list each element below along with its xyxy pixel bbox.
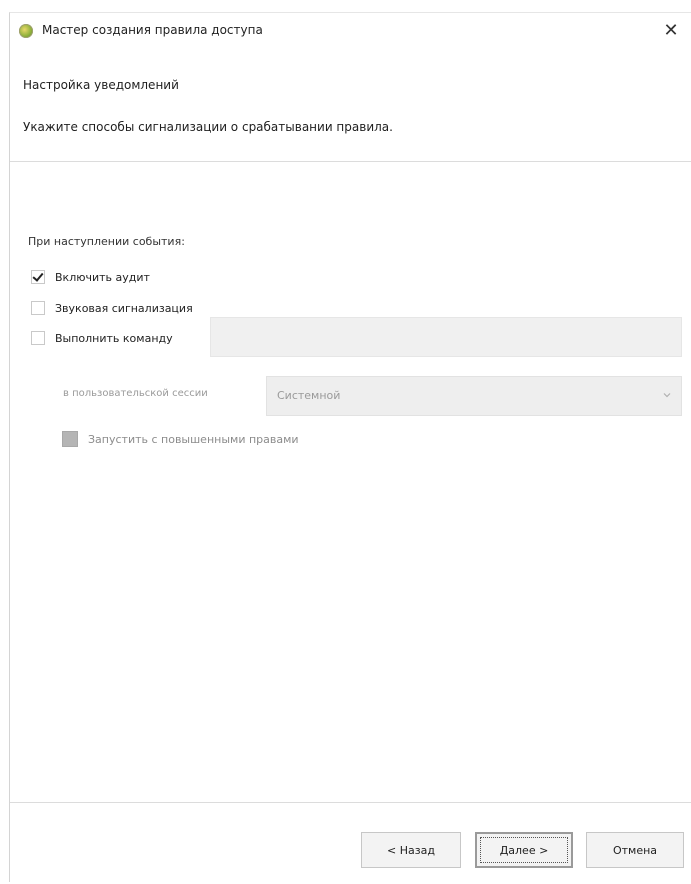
next-button[interactable]: Далее > (475, 832, 573, 868)
run-command-row[interactable]: Выполнить команду (31, 329, 173, 347)
back-button[interactable]: < Назад (361, 832, 461, 868)
enable-audit-label: Включить аудит (55, 270, 150, 284)
page-description: Укажите способы сигнализации о срабатыва… (23, 120, 393, 134)
chevron-down-icon (663, 393, 671, 398)
close-icon: ✕ (663, 20, 679, 41)
close-button[interactable]: ✕ (651, 13, 691, 49)
session-selected-value: Системной (277, 389, 341, 402)
title-bar: Мастер создания правила доступа ✕ (10, 13, 691, 49)
elevated-row[interactable]: Запустить с повышенными правами (62, 430, 299, 448)
enable-audit-row[interactable]: Включить аудит (31, 268, 150, 286)
elevated-label: Запустить с повышенными правами (88, 432, 299, 446)
event-group-label: При наступлении события: (28, 235, 185, 248)
wizard-content: При наступлении события: Включить аудит … (10, 162, 691, 802)
wizard-window: Мастер создания правила доступа ✕ Настро… (9, 12, 691, 884)
app-icon (19, 24, 33, 38)
session-label: в пользовательской сессии (63, 388, 208, 399)
sound-alarm-row[interactable]: Звуковая сигнализация (31, 299, 193, 317)
cancel-button[interactable]: Отмена (586, 832, 684, 868)
command-input[interactable] (210, 317, 682, 357)
session-select[interactable]: Системной (266, 376, 682, 416)
page-title: Настройка уведомлений (23, 78, 179, 92)
window-title: Мастер создания правила доступа (42, 23, 263, 37)
sound-alarm-label: Звуковая сигнализация (55, 301, 193, 315)
enable-audit-checkbox[interactable] (31, 270, 45, 284)
wizard-header: Настройка уведомлений Укажите способы си… (10, 49, 691, 162)
run-command-checkbox[interactable] (31, 331, 45, 345)
wizard-footer: < Назад Далее > Отмена (10, 802, 691, 884)
elevated-checkbox[interactable] (62, 431, 78, 447)
run-command-label: Выполнить команду (55, 331, 173, 345)
sound-alarm-checkbox[interactable] (31, 301, 45, 315)
